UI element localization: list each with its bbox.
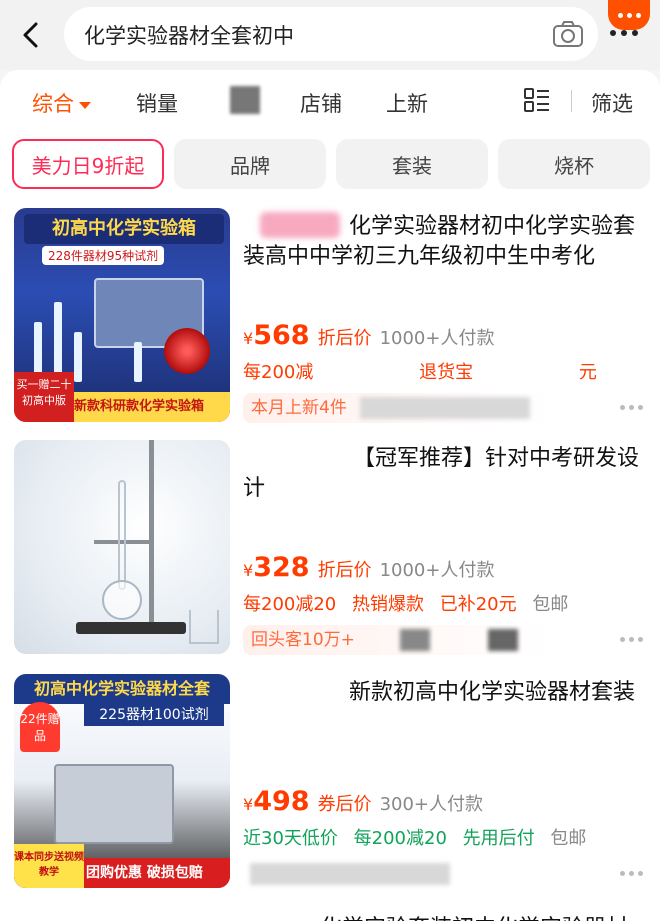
price: 498 — [253, 786, 310, 817]
price: 568 — [253, 320, 310, 351]
product-image[interactable]: 初高中化学实验器材全套 225器材100试剂 22件赠品 团购优惠 破损包赔 课… — [14, 674, 230, 888]
case-shape — [54, 764, 174, 844]
image-subtitle: 228件器材95种试剂 — [42, 246, 165, 265]
more-icon[interactable] — [620, 405, 643, 410]
search-input[interactable]: 化学实验器材全套初中 — [64, 7, 598, 61]
price: 328 — [253, 552, 310, 583]
more-icon[interactable] — [620, 871, 643, 876]
sort-bar: 综合 销量 店铺 上新 筛选 — [0, 70, 660, 130]
promo-row: 每200减 退货宝 元 — [243, 362, 597, 383]
promo-row: 每200减20 热销爆款 已补20元 包邮 — [243, 594, 569, 615]
message-badge[interactable] — [608, 0, 650, 30]
product-list: 初高中化学实验箱 228件器材95种试剂 新款科研款化学实验箱 买一赠二十 初高中… — [0, 200, 660, 921]
price-note: 折后价 — [317, 560, 372, 581]
stand-shape — [149, 440, 154, 630]
chip-brand[interactable]: 品牌 — [174, 139, 326, 189]
next-product-peek: 化学实验套装初中化学实验器材 — [0, 906, 660, 921]
price-row: ¥ 328 折后价 1000+人付款 — [243, 552, 495, 583]
sort-comprehensive[interactable]: 综合 — [32, 88, 91, 118]
buyers-count: 300+人付款 — [379, 794, 484, 815]
product-title[interactable]: 化学实验器材初中化学实验套装高中中学初三九年级初中生中考化 — [243, 212, 643, 272]
flask-shape — [102, 580, 142, 620]
next-product-title: 化学实验套装初中化学实验器材 — [320, 910, 628, 921]
filter-button[interactable]: 筛选 — [591, 88, 633, 118]
chevron-left-icon — [23, 22, 38, 48]
price-note: 折后价 — [317, 328, 372, 349]
image-badge: 22件赠品 — [20, 702, 60, 752]
redacted-block — [230, 86, 260, 114]
price-note: 券后价 — [317, 794, 372, 815]
more-icon[interactable] — [610, 30, 638, 36]
redacted-text — [488, 629, 518, 651]
redacted-text — [360, 397, 530, 419]
image-title: 初高中化学实验器材全套 — [14, 674, 230, 704]
camera-icon[interactable] — [552, 20, 584, 48]
buyers-count: 1000+人付款 — [379, 560, 495, 581]
price-row: ¥ 498 券后价 300+人付款 — [243, 786, 484, 817]
filter-chips: 美力日9折起 品牌 套装 烧杯 — [0, 130, 660, 200]
sort-sales[interactable]: 销量 — [136, 88, 178, 118]
image-badge: 买一赠二十 初高中版 — [14, 372, 74, 422]
search-query: 化学实验器材全套初中 — [84, 24, 294, 48]
redacted-text — [400, 629, 430, 651]
sort-store[interactable]: 店铺 — [300, 88, 342, 118]
molecule-model — [164, 328, 210, 374]
image-title: 初高中化学实验箱 — [24, 214, 224, 244]
caret-down-icon — [79, 101, 91, 109]
divider — [571, 90, 572, 112]
product-title[interactable]: 【冠军推荐】针对中考研发设计 — [243, 444, 643, 504]
sort-new[interactable]: 上新 — [386, 88, 428, 118]
image-badge-video: 课本同步送视频教学 — [14, 844, 84, 888]
image-subtitle: 225器材100试剂 — [84, 704, 224, 726]
chip-beaker[interactable]: 烧杯 — [498, 139, 650, 189]
more-icon[interactable] — [620, 637, 643, 642]
price-row: ¥ 568 折后价 1000+人付款 — [243, 320, 495, 351]
buyers-count: 1000+人付款 — [379, 328, 495, 349]
redacted-text — [250, 863, 450, 885]
product-title[interactable]: 新款初高中化学实验器材套装 — [243, 678, 643, 708]
top-bar: 化学实验器材全套初中 — [0, 0, 660, 70]
product-image[interactable]: 初高中化学实验箱 228件器材95种试剂 新款科研款化学实验箱 买一赠二十 初高中… — [14, 208, 230, 422]
product-image[interactable] — [14, 440, 230, 654]
chip-promo[interactable]: 美力日9折起 — [12, 139, 164, 189]
chip-set[interactable]: 套装 — [336, 139, 488, 189]
back-button[interactable] — [16, 18, 46, 52]
promo-row: 近30天低价 每200减20 先用后付 包邮 — [243, 828, 587, 849]
list-layout-icon[interactable] — [524, 88, 550, 112]
